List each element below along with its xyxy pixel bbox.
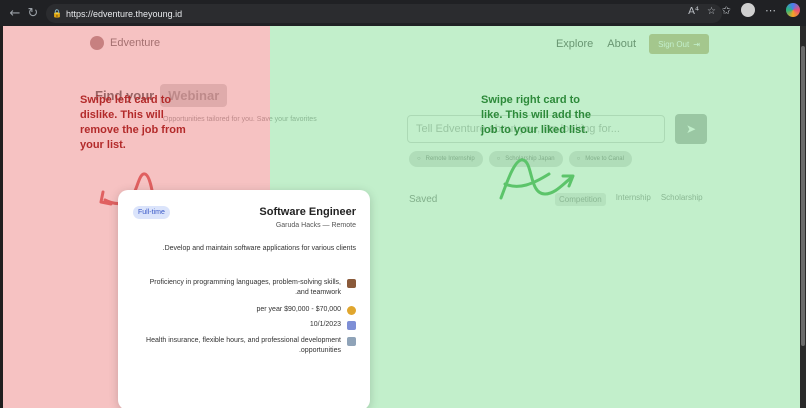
job-requirements: Proficiency in programming languages, pr…	[141, 278, 356, 298]
reload-icon[interactable]: ↻	[22, 2, 44, 24]
job-type-badge: Full-time	[133, 206, 170, 219]
favorite-star-icon[interactable]: ☆	[707, 6, 716, 17]
read-aloud-icon[interactable]: A⁴	[688, 6, 699, 17]
swipe-right-hint: Swipe right card to like. This will add …	[481, 94, 592, 136]
salary-text: $70,000 - $90,000 per year	[256, 306, 342, 313]
page-scrollbar[interactable]	[800, 26, 806, 408]
benefits-text: Health insurance, flexible hours, and pr…	[146, 337, 341, 354]
page-viewport: Edventure Explore About Sign Out ⇥ Find …	[3, 26, 800, 408]
more-menu-icon[interactable]: ⋯	[765, 4, 776, 17]
briefcase-icon	[347, 279, 356, 288]
job-date: 10/1/2023	[141, 320, 356, 330]
money-bag-icon	[347, 306, 356, 315]
profile-avatar[interactable]	[741, 3, 755, 17]
job-title: Software Engineer	[259, 206, 356, 218]
address-bar[interactable]: 🔒 https://edventure.theyoung.id A⁴ ☆	[46, 4, 722, 23]
copilot-icon[interactable]	[786, 3, 800, 17]
scrollbar-thumb[interactable]	[801, 46, 805, 346]
browser-toolbar: ← ↻ 🔒 https://edventure.theyoung.id A⁴ ☆…	[0, 0, 806, 26]
requirements-text: Proficiency in programming languages, pr…	[149, 279, 341, 296]
job-card[interactable]: Full-time Software Engineer Garuda Hacks…	[118, 190, 370, 408]
url-text: https://edventure.theyoung.id	[66, 8, 183, 19]
lock-icon: 🔒	[52, 9, 62, 18]
building-icon	[347, 337, 356, 346]
swipe-right-arrow-icon	[499, 158, 575, 200]
job-benefits: Health insurance, flexible hours, and pr…	[141, 336, 356, 356]
job-salary: $70,000 - $90,000 per year	[141, 305, 356, 315]
swipe-left-hint: Swipe left card to dislike. This will re…	[80, 94, 186, 151]
calendar-icon	[347, 321, 356, 330]
favorites-icon[interactable]: ✩	[722, 4, 731, 17]
date-text: 10/1/2023	[309, 321, 341, 328]
job-description: Develop and maintain software applicatio…	[162, 245, 356, 252]
job-company: Garuda Hacks — Remote	[275, 222, 356, 229]
